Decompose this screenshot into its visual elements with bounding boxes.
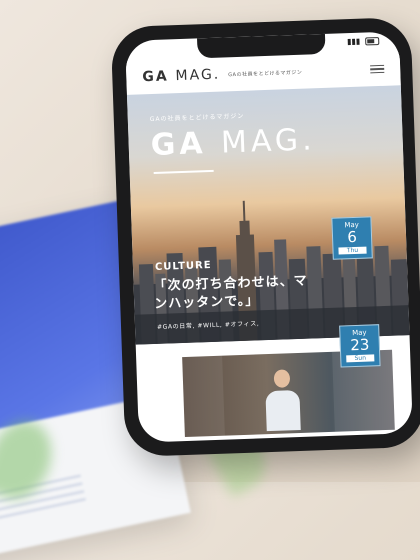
date-day: 6 bbox=[346, 227, 358, 247]
site-logo-bold: GA bbox=[142, 68, 169, 86]
hamburger-menu-icon[interactable] bbox=[370, 64, 385, 74]
phone-screen: ▮▮▮ GA MAG. GAの社員をとどけるマガジン GAの社員をとどけるマガジ… bbox=[125, 31, 413, 443]
article-date-badge: May 23 Sun bbox=[339, 324, 381, 368]
battery-icon bbox=[365, 36, 380, 45]
article-date-badge: May 6 Thu bbox=[331, 216, 373, 260]
thumbnail-panel bbox=[182, 355, 225, 438]
site-tagline: GAの社員をとどけるマガジン bbox=[228, 69, 303, 78]
date-weekday: Sun bbox=[346, 354, 375, 363]
signal-icon: ▮▮▮ bbox=[346, 36, 361, 47]
person-photo bbox=[265, 369, 301, 434]
hero-logo-bold: GA bbox=[150, 126, 208, 164]
hero-divider bbox=[153, 169, 214, 174]
article-category: CULTURE bbox=[154, 259, 212, 273]
hero-logo: GA MAG. bbox=[150, 122, 316, 163]
hero-kicker: GAの社員をとどけるマガジン bbox=[149, 112, 245, 124]
hero-article[interactable]: GAの社員をとどけるマガジン GA MAG. CULTURE 「次の打ち合わせは… bbox=[126, 85, 410, 345]
smartphone: ▮▮▮ GA MAG. GAの社員をとどけるマガジン GAの社員をとどけるマガジ… bbox=[110, 16, 420, 458]
date-weekday: Thu bbox=[338, 246, 367, 255]
status-bar: ▮▮▮ bbox=[347, 36, 380, 46]
date-day: 23 bbox=[349, 335, 370, 355]
site-logo-thin: MAG. bbox=[175, 66, 221, 85]
hero-logo-thin: MAG. bbox=[220, 122, 317, 161]
article-title[interactable]: 「次の打ち合わせは、マンハッタンで。」 bbox=[153, 272, 314, 314]
site-logo[interactable]: GA MAG. bbox=[142, 67, 220, 86]
